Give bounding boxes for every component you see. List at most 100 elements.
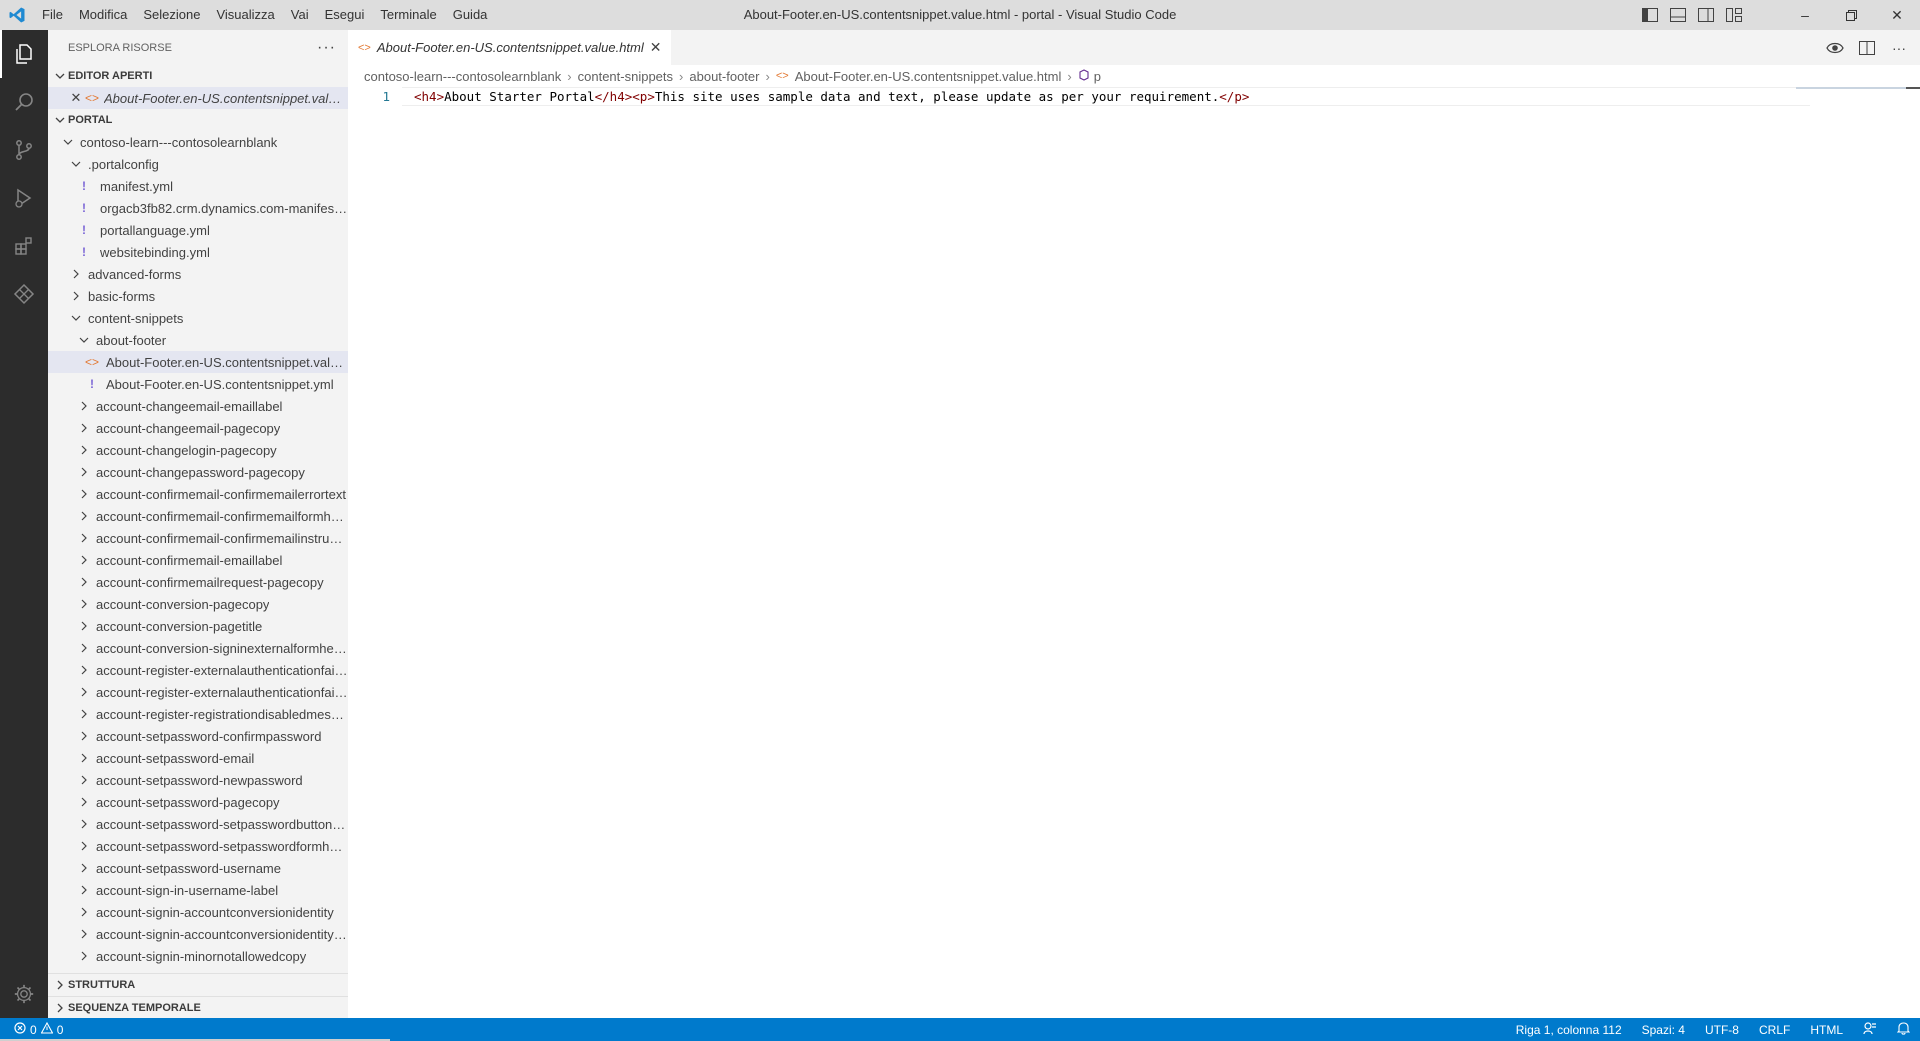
tree-folder[interactable]: account-signin-accountconversionidentity — [48, 901, 348, 923]
preview-icon[interactable] — [1824, 37, 1846, 59]
power-platform-icon[interactable] — [0, 270, 48, 318]
tree-folder[interactable]: account-changeemail-pagecopy — [48, 417, 348, 439]
tree-folder[interactable]: account-setpassword-confirmpassword — [48, 725, 348, 747]
tree-folder[interactable]: account-signin-accountconversionidentity… — [48, 923, 348, 945]
tree-folder[interactable]: account-register-externalauthenticationf… — [48, 659, 348, 681]
restore-icon[interactable] — [1828, 0, 1874, 30]
toggle-secondary-sidebar-icon[interactable] — [1695, 4, 1717, 26]
timeline-section[interactable]: SEQUENZA TEMPORALE — [48, 996, 348, 1018]
split-editor-icon[interactable] — [1856, 37, 1878, 59]
breadcrumb-item[interactable]: about-footer — [689, 69, 759, 84]
tree-folder[interactable]: account-setpassword-setpasswordbuttontex… — [48, 813, 348, 835]
tree-file-active[interactable]: <> About-Footer.en-US.contentsnippet.val… — [48, 351, 348, 373]
open-editors-section[interactable]: EDITOR APERTI — [48, 65, 348, 87]
menu-view[interactable]: Visualizza — [208, 0, 282, 30]
menu-file[interactable]: File — [34, 0, 71, 30]
tree-file[interactable]: ! websitebinding.yml — [48, 241, 348, 263]
code-line[interactable]: <h4>About Starter Portal</h4><p>This sit… — [414, 87, 1249, 106]
editor-actions: ··· — [1824, 30, 1910, 65]
tree-folder[interactable]: account-confirmemail-confirmemailinstruc… — [48, 527, 348, 549]
end-of-line[interactable]: CRLF — [1759, 1023, 1790, 1037]
chevron-right-icon — [76, 841, 92, 851]
gear-icon[interactable] — [0, 970, 48, 1018]
feedback-icon[interactable] — [1863, 1021, 1877, 1038]
problems-indicator[interactable]: 0 0 — [0, 1021, 63, 1037]
source-control-icon[interactable] — [0, 126, 48, 174]
breadcrumb-item[interactable]: content-snippets — [578, 69, 673, 84]
tree-label: about-footer — [96, 332, 167, 348]
vscode-logo-icon — [0, 0, 34, 30]
breadcrumb-item[interactable]: About-Footer.en-US.contentsnippet.value.… — [795, 69, 1062, 84]
tree-file[interactable]: ! manifest.yml — [48, 175, 348, 197]
tree-folder[interactable]: account-confirmemail-confirmemailformhea… — [48, 505, 348, 527]
tree-folder-portalconfig[interactable]: .portalconfig — [48, 153, 348, 175]
notifications-bell-icon[interactable] — [1896, 1021, 1911, 1038]
tree-folder[interactable]: account-confirmemailrequest-pagecopy — [48, 571, 348, 593]
menu-help[interactable]: Guida — [445, 0, 496, 30]
customize-layout-icon[interactable] — [1723, 4, 1745, 26]
tree-folder-root[interactable]: contoso-learn---contosolearnblank — [48, 131, 348, 153]
tree-folder[interactable]: account-setpassword-username — [48, 857, 348, 879]
tree-folder[interactable]: account-sign-in-username-label — [48, 879, 348, 901]
tree-folder[interactable]: account-conversion-signinexternalformhea… — [48, 637, 348, 659]
tree-folder[interactable]: account-changepassword-pagecopy — [48, 461, 348, 483]
cursor-position[interactable]: Riga 1, colonna 112 — [1516, 1023, 1622, 1037]
outline-section[interactable]: STRUTTURA — [48, 974, 348, 996]
tree-folder[interactable]: account-setpassword-pagecopy — [48, 791, 348, 813]
tree-folder[interactable]: account-signin-minornotallowedcopy — [48, 945, 348, 967]
tree-folder[interactable]: account-changelogin-pagecopy — [48, 439, 348, 461]
chevron-right-icon — [76, 401, 92, 411]
close-icon[interactable]: ✕ — [68, 90, 84, 106]
portal-section[interactable]: PORTAL — [48, 109, 348, 131]
scrollbar[interactable] — [1906, 87, 1920, 89]
menu-go[interactable]: Vai — [283, 0, 317, 30]
explorer-icon[interactable] — [0, 30, 48, 78]
menu-edit[interactable]: Modifica — [71, 0, 135, 30]
html-file-icon: <> — [775, 70, 789, 82]
extensions-icon[interactable] — [0, 222, 48, 270]
tree-folder[interactable]: account-register-registrationdisabledmes… — [48, 703, 348, 725]
breadcrumb-item[interactable]: p — [1094, 69, 1101, 84]
tree-folder[interactable]: account-setpassword-setpasswordformheadi… — [48, 835, 348, 857]
tab-about-footer[interactable]: <> About-Footer.en-US.contentsnippet.val… — [348, 30, 673, 65]
menu-run[interactable]: Esegui — [317, 0, 373, 30]
close-window-icon[interactable]: ✕ — [1874, 0, 1920, 30]
tree-file[interactable]: ! About-Footer.en-US.contentsnippet.yml — [48, 373, 348, 395]
toggle-primary-sidebar-icon[interactable] — [1639, 4, 1661, 26]
tree-folder[interactable]: account-setpassword-newpassword — [48, 769, 348, 791]
tree-file[interactable]: ! portallanguage.yml — [48, 219, 348, 241]
tree-folder-content-snippets[interactable]: content-snippets — [48, 307, 348, 329]
language-mode[interactable]: HTML — [1810, 1023, 1843, 1037]
search-icon[interactable] — [0, 78, 48, 126]
more-actions-icon[interactable]: ··· — [317, 39, 336, 57]
tree-folder-about-footer[interactable]: about-footer — [48, 329, 348, 351]
chevron-right-icon — [76, 445, 92, 455]
tree-folder[interactable]: basic-forms — [48, 285, 348, 307]
run-debug-icon[interactable] — [0, 174, 48, 222]
menu-terminal[interactable]: Terminale — [372, 0, 444, 30]
minimize-icon[interactable]: – — [1782, 0, 1828, 30]
indentation[interactable]: Spazi: 4 — [1642, 1023, 1685, 1037]
tree-file[interactable]: ! orgacb3fb82.crm.dynamics.com-manifest.… — [48, 197, 348, 219]
tree-folder[interactable]: account-confirmemail-confirmemailerrorte… — [48, 483, 348, 505]
tree-folder[interactable]: account-confirmemail-emaillabel — [48, 549, 348, 571]
toggle-panel-icon[interactable] — [1667, 4, 1689, 26]
tree-folder[interactable]: account-setpassword-email — [48, 747, 348, 769]
tree-label: account-confirmemail-emaillabel — [96, 552, 283, 568]
chevron-right-icon — [76, 951, 92, 961]
more-actions-icon[interactable]: ··· — [1888, 37, 1910, 59]
tree-folder[interactable]: advanced-forms — [48, 263, 348, 285]
code-editor[interactable]: 1 <h4>About Starter Portal</h4><p>This s… — [348, 87, 1920, 109]
menu-selection[interactable]: Selezione — [135, 0, 208, 30]
open-editor-item[interactable]: ✕ <> About-Footer.en-US.contentsnippet.v… — [48, 87, 348, 109]
breadcrumb-item[interactable]: contoso-learn---contosolearnblank — [364, 69, 561, 84]
tree-label: portallanguage.yml — [100, 222, 210, 238]
encoding[interactable]: UTF-8 — [1705, 1023, 1739, 1037]
tree-folder[interactable]: account-changeemail-emaillabel — [48, 395, 348, 417]
tab-label: About-Footer.en-US.contentsnippet.value.… — [376, 40, 644, 55]
tree-folder[interactable]: account-conversion-pagecopy — [48, 593, 348, 615]
tree-folder[interactable]: account-conversion-pagetitle — [48, 615, 348, 637]
close-icon[interactable]: ✕ — [650, 39, 662, 56]
tree-folder[interactable]: account-register-externalauthenticationf… — [48, 681, 348, 703]
minimap[interactable] — [1796, 87, 1906, 89]
